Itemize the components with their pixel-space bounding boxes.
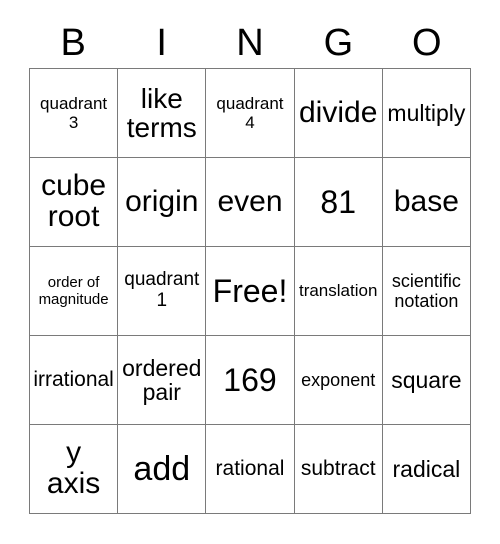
bingo-cell-b3[interactable]: order of magnitude <box>30 247 119 336</box>
bingo-cell-i5[interactable]: add <box>118 425 207 514</box>
bingo-cell-g2[interactable]: 81 <box>294 158 383 247</box>
bingo-cell-o5[interactable]: radical <box>382 425 471 514</box>
bingo-cell-label: ordered pair <box>122 354 202 405</box>
bingo-cell-n2[interactable]: even <box>206 158 295 247</box>
bingo-cell-label: multiply <box>387 99 466 126</box>
bingo-header-row: B I N G O <box>29 18 471 68</box>
bingo-header-letter-o: O <box>412 22 442 64</box>
bingo-cell-b5[interactable]: y axis <box>30 425 119 514</box>
bingo-cell-label: divide <box>299 95 378 129</box>
bingo-cell-b2[interactable]: cube root <box>30 158 119 247</box>
bingo-cell-label: quadrant 1 <box>124 269 200 311</box>
bingo-cell-n1[interactable]: quadrant 4 <box>206 69 295 158</box>
bingo-cell-g4[interactable]: exponent <box>294 336 383 425</box>
bingo-cell-label: scientific notation <box>391 270 461 311</box>
bingo-cell-label: cube root <box>41 169 107 233</box>
bingo-cell-label: origin <box>125 184 199 218</box>
bingo-cell-g1[interactable]: divide <box>294 69 383 158</box>
bingo-cell-label: irrational <box>33 367 114 391</box>
bingo-cell-label: quadrant 3 <box>40 93 108 132</box>
bingo-cell-i2[interactable]: origin <box>118 158 207 247</box>
bingo-cell-g5[interactable]: subtract <box>294 425 383 514</box>
bingo-card: B I N G O quadrant 3 like terms quadrant… <box>29 18 471 514</box>
bingo-cell-label: rational <box>215 456 285 480</box>
bingo-cell-label: Free! <box>212 272 288 309</box>
bingo-grid: quadrant 3 like terms quadrant 4 divide … <box>29 68 471 514</box>
bingo-cell-label: y axis <box>46 436 101 500</box>
bingo-cell-label: 169 <box>223 361 277 398</box>
bingo-cell-label: 81 <box>320 183 356 220</box>
bingo-cell-label: base <box>393 184 459 218</box>
bingo-cell-label: subtract <box>300 456 376 480</box>
bingo-cell-label: even <box>217 184 283 218</box>
bingo-cell-b4[interactable]: irrational <box>30 336 119 425</box>
bingo-cell-label: like terms <box>126 82 197 143</box>
bingo-cell-label: square <box>391 366 462 393</box>
bingo-cell-i4[interactable]: ordered pair <box>118 336 207 425</box>
bingo-cell-label: translation <box>298 281 378 301</box>
bingo-cell-label: quadrant 4 <box>216 93 284 132</box>
bingo-cell-g3[interactable]: translation <box>294 247 383 336</box>
bingo-cell-o2[interactable]: base <box>382 158 471 247</box>
bingo-header-letter-n: N <box>236 22 264 64</box>
bingo-cell-label: add <box>133 450 191 488</box>
bingo-header-letter-i: I <box>156 22 167 64</box>
bingo-cell-label: radical <box>392 455 461 482</box>
bingo-cell-n5[interactable]: rational <box>206 425 295 514</box>
bingo-header-letter-b: B <box>60 22 86 64</box>
bingo-cell-o1[interactable]: multiply <box>382 69 471 158</box>
bingo-cell-i3[interactable]: quadrant 1 <box>118 247 207 336</box>
bingo-header-letter-g: G <box>323 22 354 64</box>
bingo-cell-label: exponent <box>301 369 376 390</box>
bingo-cell-n4[interactable]: 169 <box>206 336 295 425</box>
bingo-cell-o3[interactable]: scientific notation <box>382 247 471 336</box>
bingo-cell-o4[interactable]: square <box>382 336 471 425</box>
bingo-cell-free-space[interactable]: Free! <box>206 247 295 336</box>
bingo-cell-i1[interactable]: like terms <box>118 69 207 158</box>
bingo-cell-label: order of magnitude <box>38 273 109 308</box>
bingo-cell-b1[interactable]: quadrant 3 <box>30 69 119 158</box>
